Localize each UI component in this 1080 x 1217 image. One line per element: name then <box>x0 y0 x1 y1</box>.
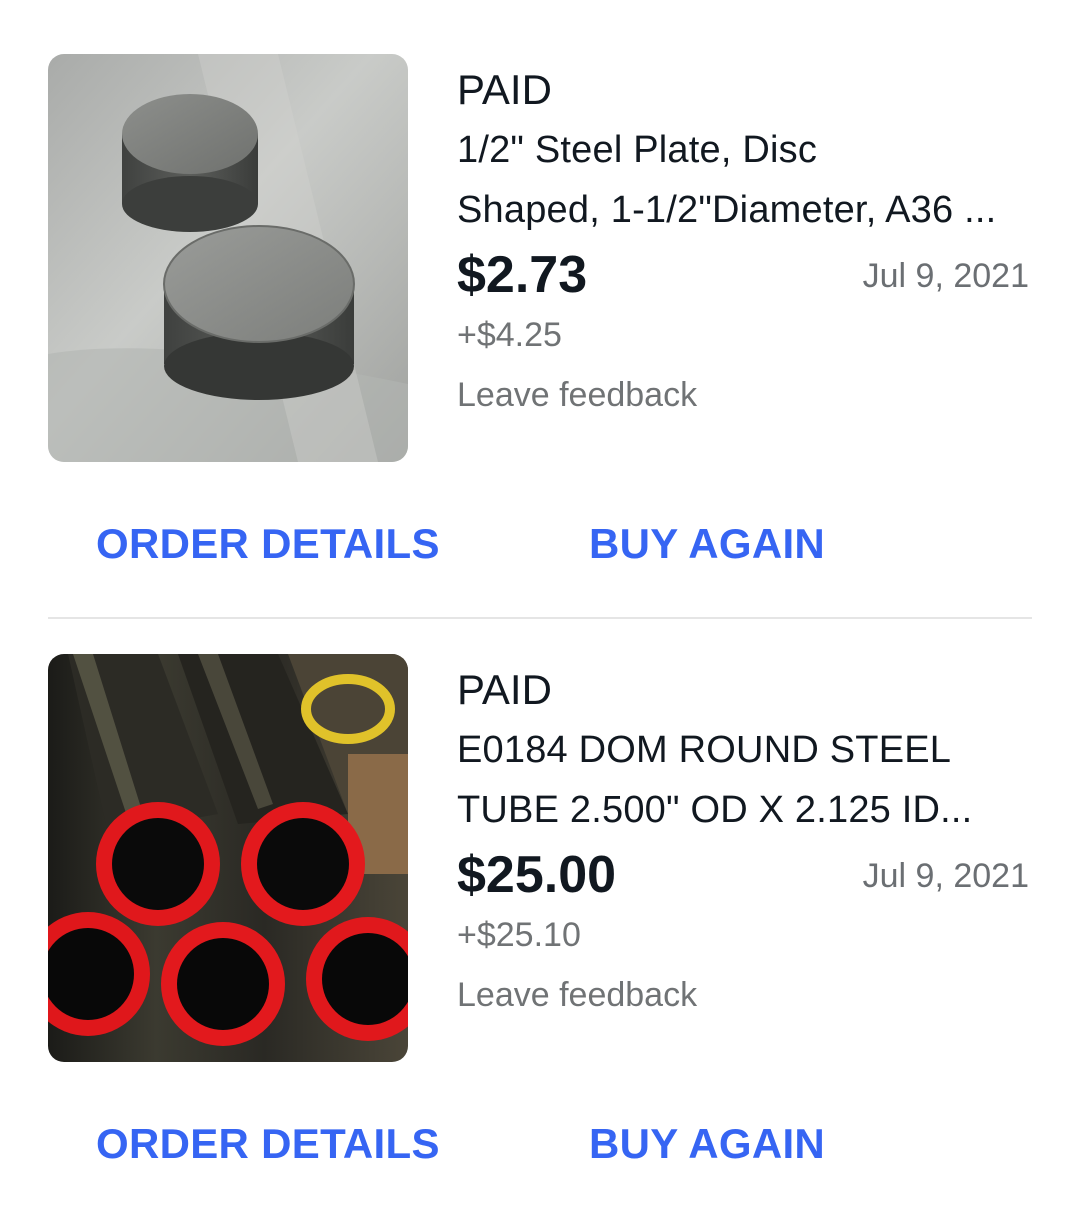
item-thumbnail[interactable] <box>48 654 408 1062</box>
leave-feedback-link[interactable]: Leave feedback <box>457 964 1032 1026</box>
order-date: Jul 9, 2021 <box>862 257 1029 295</box>
order-info: PAID E0184 DOM ROUND STEEL TUBE 2.500" O… <box>457 660 1032 1026</box>
order-actions: ORDER DETAILS BUY AGAIN <box>0 1112 1080 1176</box>
order-card: PAID 1/2" Steel Plate, Disc Shaped, 1-1/… <box>0 0 1080 600</box>
order-info: PAID 1/2" Steel Plate, Disc Shaped, 1-1/… <box>457 60 1032 426</box>
order-details-button[interactable]: ORDER DETAILS <box>96 1112 440 1176</box>
order-status: PAID <box>457 66 552 113</box>
item-price: $25.00 <box>457 846 617 904</box>
leave-feedback-link[interactable]: Leave feedback <box>457 364 1032 426</box>
order-status: PAID <box>457 666 552 713</box>
steel-tube-image <box>48 654 408 1062</box>
order-actions: ORDER DETAILS BUY AGAIN <box>0 512 1080 576</box>
buy-again-button[interactable]: BUY AGAIN <box>589 512 825 576</box>
order-card: PAID E0184 DOM ROUND STEEL TUBE 2.500" O… <box>0 600 1080 1200</box>
item-title[interactable]: 1/2" Steel Plate, Disc Shaped, 1-1/2"Dia… <box>457 120 1032 240</box>
item-title[interactable]: E0184 DOM ROUND STEEL TUBE 2.500" OD X 2… <box>457 720 1032 840</box>
shipping-cost: +$4.25 <box>457 316 562 354</box>
shipping-cost: +$25.10 <box>457 916 581 954</box>
item-title-line: Shaped, 1-1/2"Diameter, A36 ... <box>457 189 997 231</box>
item-title-line: TUBE 2.500" OD X 2.125 ID... <box>457 789 973 831</box>
order-details-button[interactable]: ORDER DETAILS <box>96 512 440 576</box>
item-title-line: E0184 DOM ROUND STEEL <box>457 729 952 771</box>
buy-again-button[interactable]: BUY AGAIN <box>589 1112 825 1176</box>
steel-disc-image <box>48 54 408 462</box>
item-thumbnail[interactable] <box>48 54 408 462</box>
item-title-line: 1/2" Steel Plate, Disc <box>457 129 818 171</box>
item-price: $2.73 <box>457 246 588 304</box>
price-row: $25.00 Jul 9, 2021 <box>457 840 1032 910</box>
price-row: $2.73 Jul 9, 2021 <box>457 240 1032 310</box>
order-date: Jul 9, 2021 <box>862 857 1029 895</box>
